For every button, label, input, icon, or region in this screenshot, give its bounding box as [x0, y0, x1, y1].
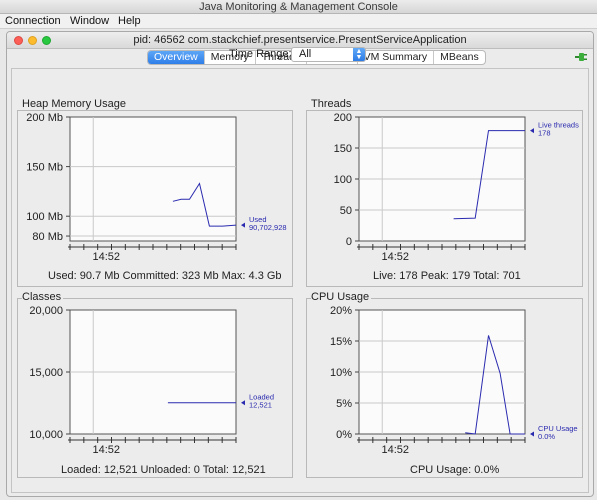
heap-x-tick-label: 14:52	[92, 251, 120, 263]
menu-help[interactable]: Help	[117, 14, 142, 29]
cpu-y-tick-label: 20%	[330, 305, 352, 317]
heap-memory-chart: 200 Mb150 Mb100 Mb80 Mb14:52Used90,702,9…	[26, 112, 287, 263]
threads-x-tick-label: 14:52	[381, 251, 409, 263]
time-range-value: All	[299, 48, 312, 60]
heap-y-tick-label: 80 Mb	[32, 231, 63, 243]
threads-y-tick-label: 0	[346, 236, 352, 248]
heap-y-tick-label: 200 Mb	[26, 112, 63, 124]
menu-window[interactable]: Window	[69, 14, 110, 29]
app-title: Java Monitoring & Management Console	[199, 1, 398, 13]
tab-mbeans[interactable]: MBeans	[434, 51, 485, 64]
cpu-y-tick-label: 10%	[330, 367, 352, 379]
heap-stats: Used: 90.7 Mb Committed: 323 Mb Max: 4.3…	[48, 270, 282, 282]
heap-legend-value: 90,702,928	[249, 223, 287, 232]
cpu-legend-value: 0.0%	[538, 432, 555, 441]
cpu-legend-marker	[530, 431, 534, 437]
threads-y-tick-label: 150	[334, 143, 352, 155]
threads-legend-value: 178	[538, 129, 551, 138]
menu-bar: Connection Window Help	[0, 14, 597, 29]
classes-y-tick-label: 10,000	[29, 429, 63, 441]
threads-y-tick-label: 100	[334, 174, 352, 186]
classes-chart: 20,00015,00010,00014:52Loaded12,521	[29, 305, 274, 456]
heap-plot-area	[69, 116, 237, 242]
time-range-label: Time Range:	[229, 48, 292, 60]
menu-connection[interactable]: Connection	[4, 14, 62, 29]
heap-y-tick-label: 100 Mb	[26, 211, 63, 223]
classes-y-tick-label: 20,000	[29, 305, 63, 317]
cpu-y-tick-label: 15%	[330, 336, 352, 348]
cpu-x-tick-label: 14:52	[381, 444, 409, 456]
classes-legend-marker	[241, 400, 245, 406]
classes-legend-value: 12,521	[249, 401, 272, 410]
threads-stats: Live: 178 Peak: 179 Total: 701	[373, 270, 521, 282]
tab-vm-summary[interactable]: VM Summary	[358, 51, 435, 64]
heap-legend-marker	[241, 222, 245, 228]
classes-x-tick-label: 14:52	[92, 444, 120, 456]
cpu-y-tick-label: 5%	[336, 398, 352, 410]
tab-overview[interactable]: Overview	[148, 51, 205, 64]
threads-y-tick-label: 50	[340, 205, 352, 217]
cpu-y-tick-label: 0%	[336, 429, 352, 441]
heap-y-tick-label: 150 Mb	[26, 162, 63, 174]
chevron-updown-icon: ▲ ▼	[353, 48, 365, 61]
classes-stats: Loaded: 12,521 Unloaded: 0 Total: 12,521	[61, 464, 266, 476]
cpu-usage-chart: 20%15%10%5%0%14:52CPU Usage0.0%	[330, 305, 578, 456]
classes-y-tick-label: 15,000	[29, 367, 63, 379]
plug-icon[interactable]	[575, 52, 589, 62]
threads-y-tick-label: 200	[334, 112, 352, 124]
threads-legend-marker	[530, 128, 534, 134]
threads-chart: 20015010050014:52Live threads178	[334, 112, 579, 263]
cpu-stats: CPU Usage: 0.0%	[410, 464, 500, 476]
time-range-select[interactable]: All ▲ ▼	[291, 47, 366, 62]
app-titlebar: Java Monitoring & Management Console	[0, 0, 597, 14]
